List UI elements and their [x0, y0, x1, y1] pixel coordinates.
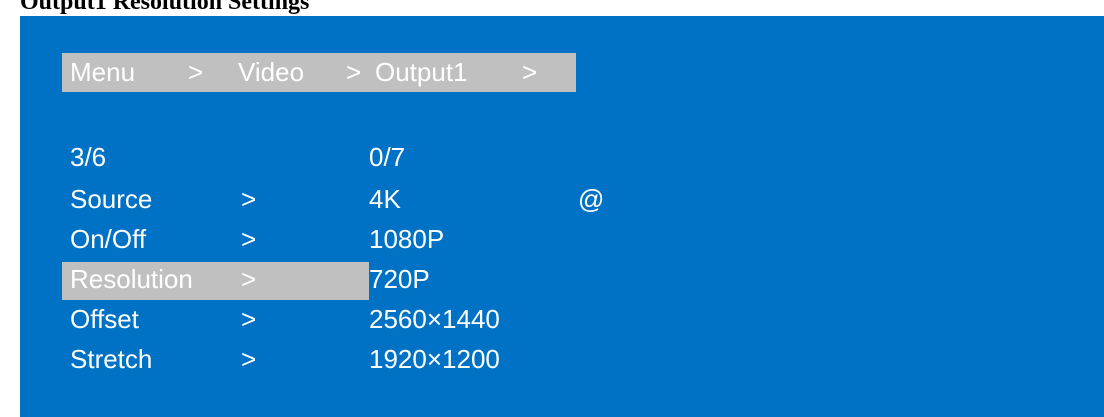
menu-item-arrow: > — [241, 224, 257, 254]
breadcrumb-video[interactable]: Video — [238, 57, 304, 87]
menu-item-label: Source — [70, 184, 153, 214]
menu-item-arrow: > — [241, 184, 257, 214]
menu-item-arrow: > — [241, 304, 257, 334]
menu-item-arrow: > — [241, 344, 257, 374]
menu-item-label: Offset — [70, 304, 139, 334]
breadcrumb-menu[interactable]: Menu — [70, 57, 135, 87]
current-marker: @ — [578, 184, 605, 214]
menu-item-label: Resolution — [70, 264, 193, 294]
breadcrumb-sep: > — [188, 57, 204, 87]
breadcrumb-sep: > — [522, 57, 538, 87]
option-4k[interactable]: 4K — [369, 184, 401, 214]
menu-item-arrow: > — [241, 264, 257, 294]
menu-item-label: On/Off — [70, 224, 147, 254]
option-1080p[interactable]: 1080P — [369, 224, 444, 254]
breadcrumb — [62, 53, 576, 92]
breadcrumb-sep: > — [346, 57, 362, 87]
option-2560x1440[interactable]: 2560×1440 — [369, 304, 500, 334]
osd-screen: Menu > Video > Output1 > 3/6 0/7 Source … — [20, 16, 1104, 417]
menu-item-label: Stretch — [70, 344, 153, 374]
option-720p[interactable]: 720P — [369, 264, 430, 294]
menu-counter: 3/6 — [70, 142, 107, 172]
page: Output1 Resolution Settings Menu > Video… — [0, 0, 1104, 417]
option-counter: 0/7 — [369, 142, 406, 172]
breadcrumb-output[interactable]: Output1 — [375, 57, 468, 87]
option-1920x1200[interactable]: 1920×1200 — [369, 344, 500, 374]
